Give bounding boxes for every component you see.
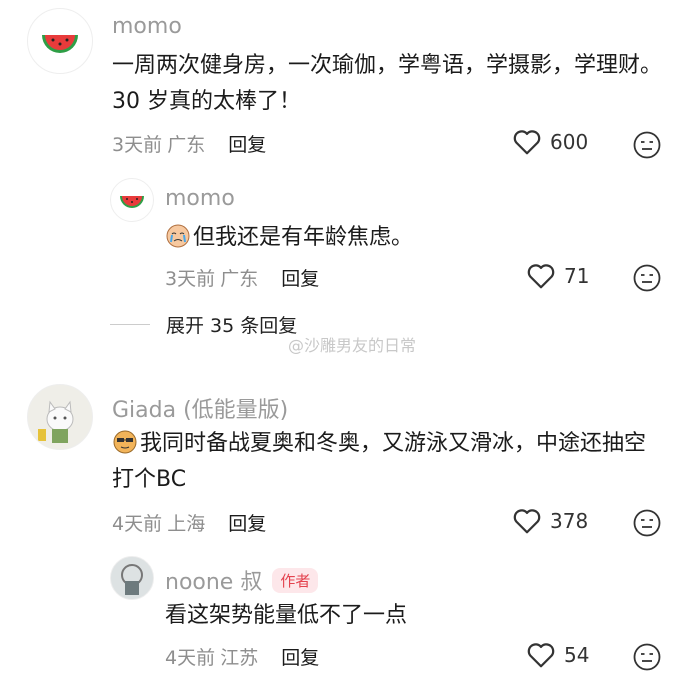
divider-line: [110, 324, 150, 325]
comment-location: 广东: [167, 134, 206, 156]
avatar[interactable]: [27, 384, 93, 450]
reply-username-row: noone 叔 作者: [165, 564, 319, 596]
crying-emoji-icon: [165, 222, 191, 248]
reply-time: 3天前: [165, 268, 216, 290]
reply-meta: 4天前 江苏 回复: [165, 643, 319, 670]
reply-button[interactable]: 回复: [281, 647, 319, 669]
reply-username[interactable]: noone 叔: [165, 564, 262, 596]
watermelon-icon: [42, 35, 78, 53]
like-count: 54: [564, 643, 590, 667]
reply-text: 但我还是有年龄焦虑。: [165, 220, 413, 256]
avatar[interactable]: [27, 8, 93, 74]
reply-avatar[interactable]: [110, 556, 154, 600]
heart-icon: [527, 264, 555, 289]
like-button[interactable]: 378: [512, 507, 588, 535]
meh-face-icon: [633, 643, 661, 671]
reply-username[interactable]: momo: [165, 186, 235, 211]
reply-location: 广东: [220, 268, 259, 290]
heart-icon: [527, 643, 555, 668]
expand-replies-label: 展开 35 条回复: [166, 315, 298, 337]
like-button[interactable]: 54: [526, 641, 589, 669]
cool-dog-emoji-icon: [112, 428, 138, 454]
dislike-button[interactable]: [632, 263, 662, 297]
heart-icon: [513, 509, 541, 534]
like-button[interactable]: 600: [512, 128, 588, 156]
like-count: 71: [564, 264, 590, 288]
comment-meta: 3天前 广东 回复: [112, 130, 266, 157]
reply-avatar[interactable]: [110, 178, 154, 222]
dislike-button[interactable]: [632, 642, 662, 676]
comment-username[interactable]: momo: [112, 14, 182, 39]
comment-time: 3天前: [112, 134, 163, 156]
dislike-button[interactable]: [632, 130, 662, 164]
reply-location: 江苏: [220, 647, 259, 669]
author-badge: 作者: [272, 567, 319, 593]
reply-text-content: 但我还是有年龄焦虑。: [193, 225, 414, 250]
comment-time: 4天前: [112, 513, 163, 535]
expand-replies-button[interactable]: 展开 35 条回复: [110, 311, 297, 338]
reply-button[interactable]: 回复: [228, 513, 266, 535]
comment-text: 一周两次健身房，一次瑜伽，学粤语，学摄影，学理财。30 岁真的太棒了！: [112, 53, 663, 114]
comment-username[interactable]: Giada (低能量版): [112, 392, 288, 424]
watermelon-icon: [120, 196, 144, 208]
cat-avatar-icon: [28, 385, 92, 449]
like-count: 378: [550, 509, 589, 533]
like-button[interactable]: 71: [526, 262, 589, 290]
meh-face-icon: [633, 509, 661, 537]
meh-face-icon: [633, 264, 661, 292]
meh-face-icon: [633, 131, 661, 159]
reply-meta: 3天前 广东 回复: [165, 264, 319, 291]
photo-avatar-icon: [111, 557, 153, 599]
reply-button[interactable]: 回复: [281, 268, 319, 290]
reply-button[interactable]: 回复: [228, 134, 266, 156]
reply-text: 看这架势能量低不了一点: [165, 603, 408, 628]
like-count: 600: [550, 130, 589, 154]
comment-text: 我同时备战夏奥和冬奥，又游泳又滑冰，中途还抽空打个BC: [112, 426, 652, 498]
watermark: @沙雕男友的日常: [288, 336, 417, 355]
comment-text-content: 我同时备战夏奥和冬奥，又游泳又滑冰，中途还抽空打个BC: [112, 431, 647, 492]
comment-meta: 4天前 上海 回复: [112, 509, 266, 536]
heart-icon: [513, 130, 541, 155]
dislike-button[interactable]: [632, 508, 662, 542]
comment-location: 上海: [167, 513, 206, 535]
reply-time: 4天前: [165, 647, 216, 669]
